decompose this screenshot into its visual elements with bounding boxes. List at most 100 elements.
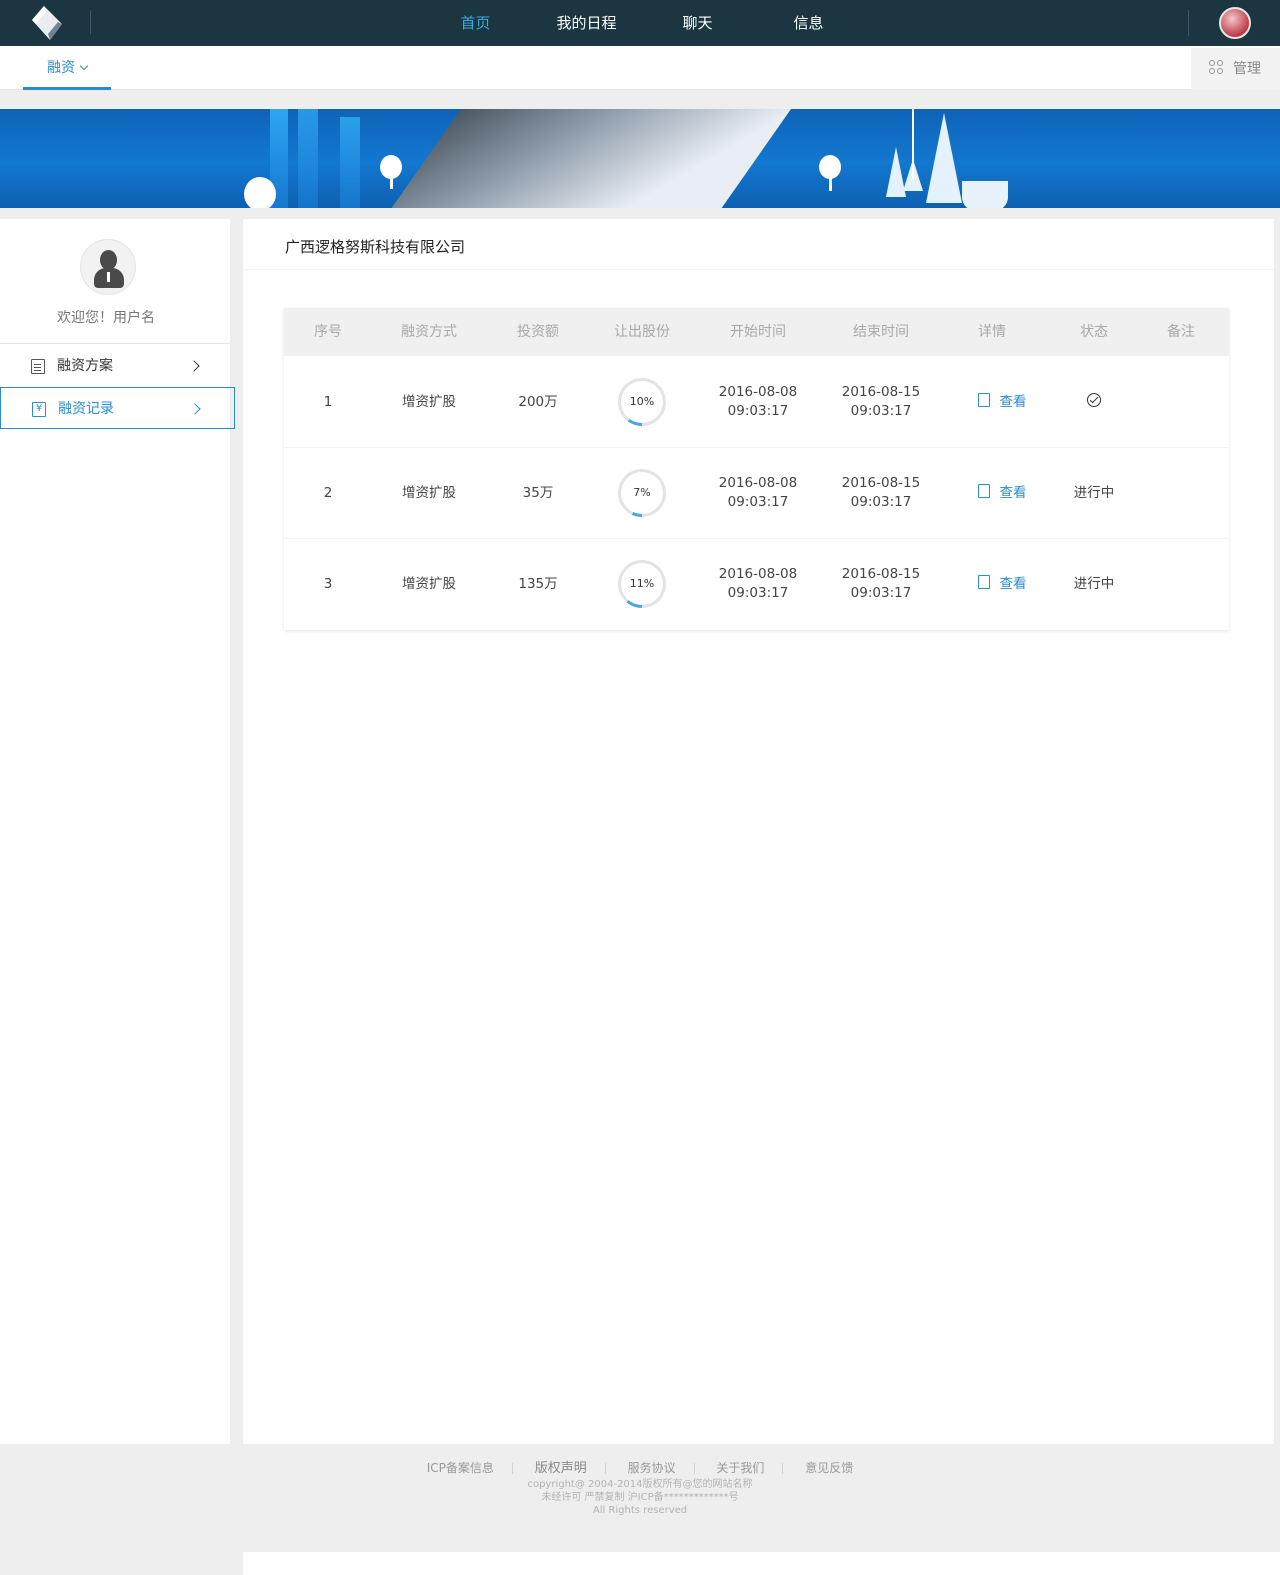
sidebar-item-label: 融资记录: [58, 401, 114, 417]
footer-link-copyright[interactable]: 版权声明: [535, 1457, 587, 1476]
cell-status: 进行中: [1073, 485, 1115, 501]
chevron-right-icon: [189, 403, 201, 415]
cell-method: 增资扩股: [402, 394, 456, 410]
main-nav: 首页 我的日程 聊天 信息: [420, 0, 864, 46]
license-line: 未经许可 严禁复制 沪ICP备*************号: [541, 1492, 739, 1503]
laptop-illustration: [390, 109, 820, 208]
start-date: 2016-08-08: [718, 475, 798, 491]
financing-records-table: 序号 融资方式 投资额 让出股份 开始时间 结束时间 详情 状态 备注 1 增资…: [284, 308, 1229, 630]
cell-index: 1: [323, 394, 333, 410]
footer-links: ICP备案信息 版权声明 服务协议 关于我们 意见反馈: [0, 1457, 1280, 1476]
subtab-financing[interactable]: 融资: [23, 46, 111, 90]
logo-divider: [90, 10, 91, 34]
cell-note: [1144, 448, 1218, 539]
bottom-strip: [243, 1552, 1280, 1575]
cell-status: 进行中: [1073, 576, 1115, 592]
header-start-time: 开始时间: [730, 324, 786, 340]
cell-method: 增资扩股: [402, 576, 456, 592]
view-link[interactable]: 查看: [950, 539, 1054, 630]
start-time: 09:03:17: [727, 585, 789, 601]
main-content: 广西逻格努斯科技有限公司 序号 融资方式 投资额 让出股份 开始时间 结束时间 …: [243, 219, 1274, 1444]
cell-note: [1144, 357, 1218, 448]
share-label: 7%: [621, 472, 663, 514]
check-circle-icon: [1087, 393, 1101, 407]
end-time: 09:03:17: [850, 494, 912, 510]
cell-end-time: 2016-08-15 09:03:17: [822, 539, 940, 630]
table-row: 1 增资扩股 200万 10% 2016-08-08 09:03:17 2016-…: [284, 357, 1229, 448]
manage-label: 管理: [1233, 61, 1261, 77]
sub-navbar: 融资 管理: [0, 46, 1280, 90]
header-detail: 详情: [978, 324, 1006, 340]
footer-link-feedback[interactable]: 意见反馈: [805, 1459, 853, 1476]
share-label: 11%: [621, 563, 663, 605]
end-date: 2016-08-15: [841, 384, 921, 400]
nav-item-home[interactable]: 首页: [420, 0, 531, 46]
grid-icon: [1209, 60, 1223, 74]
sidebar-item-label: 融资方案: [57, 358, 113, 374]
divider: [243, 269, 1274, 270]
cell-index: 3: [323, 576, 333, 592]
share-progress-ring: 7%: [618, 469, 666, 517]
header-note: 备注: [1167, 324, 1195, 340]
company-title: 广西逻格努斯科技有限公司: [285, 238, 466, 256]
rights-line: All Rights reserved: [592, 1505, 688, 1516]
sidebar-item-financing-plan[interactable]: 融资方案: [0, 345, 235, 387]
cell-method: 增资扩股: [402, 485, 456, 501]
share-progress-ring: 10%: [618, 378, 666, 426]
start-time: 09:03:17: [727, 403, 789, 419]
nav-item-schedule[interactable]: 我的日程: [531, 0, 642, 46]
cell-start-time: 2016-08-08 09:03:17: [694, 357, 822, 448]
cell-amount: 135万: [518, 576, 558, 592]
header-method: 融资方式: [401, 324, 457, 340]
cell-end-time: 2016-08-15 09:03:17: [822, 357, 940, 448]
cell-amount: 200万: [518, 394, 558, 410]
cell-start-time: 2016-08-08 09:03:17: [694, 539, 822, 630]
copyright-line: copyright@ 2004-2014版权所有@您的网站名称: [527, 1479, 753, 1490]
header-amount: 投资额: [517, 324, 559, 340]
cell-index: 2: [323, 485, 333, 501]
cell-status: [1044, 357, 1144, 448]
end-date: 2016-08-15: [841, 566, 921, 582]
yen-glyph: ¥: [36, 403, 43, 414]
header-share: 让出股份: [614, 324, 670, 340]
profile-avatar-icon[interactable]: [80, 239, 136, 295]
logo-icon[interactable]: [28, 6, 64, 40]
top-navbar: 首页 我的日程 聊天 信息: [0, 0, 1280, 46]
view-link[interactable]: 查看: [950, 357, 1054, 448]
cell-end-time: 2016-08-15 09:03:17: [822, 448, 940, 539]
share-progress-ring: 11%: [618, 560, 666, 608]
start-date: 2016-08-08: [718, 384, 798, 400]
profile-card: 欢迎您！用户名: [0, 219, 230, 344]
start-date: 2016-08-08: [718, 566, 798, 582]
user-avatar[interactable]: [1219, 7, 1251, 39]
document-icon: [977, 484, 990, 498]
view-label: 查看: [999, 394, 1027, 410]
manage-button[interactable]: 管理: [1191, 48, 1280, 90]
view-link[interactable]: 查看: [950, 448, 1054, 539]
nav-item-chat[interactable]: 聊天: [642, 0, 753, 46]
chevron-right-icon: [188, 360, 200, 372]
view-label: 查看: [999, 576, 1027, 592]
footer-link-about[interactable]: 关于我们: [716, 1459, 764, 1476]
sidebar-item-financing-records[interactable]: ¥ 融资记录: [0, 387, 235, 429]
cell-start-time: 2016-08-08 09:03:17: [694, 448, 822, 539]
view-label: 查看: [999, 485, 1027, 501]
footer: ICP备案信息 版权声明 服务协议 关于我们 意见反馈 copyright@ 2…: [0, 1444, 1280, 1552]
start-time: 09:03:17: [727, 494, 789, 510]
cell-note: [1144, 539, 1218, 630]
nav-item-messages[interactable]: 信息: [753, 0, 864, 46]
table-row: 2 增资扩股 35万 7% 2016-08-08 09:03:17 2016-08…: [284, 448, 1229, 539]
header-index: 序号: [314, 324, 342, 340]
cup-illustration: [962, 181, 1008, 208]
footer-copyright: copyright@ 2004-2014版权所有@您的网站名称 未经许可 严禁复…: [0, 1478, 1280, 1517]
footer-link-icp[interactable]: ICP备案信息: [427, 1459, 494, 1476]
chevron-down-icon: [79, 61, 89, 71]
sidebar: 欢迎您！用户名 融资方案 ¥ 融资记录: [0, 219, 235, 1444]
cell-amount: 35万: [522, 485, 554, 501]
hero-banner: [0, 109, 1280, 208]
end-date: 2016-08-15: [841, 475, 921, 491]
table-header: 序号 融资方式 投资额 让出股份 开始时间 结束时间 详情 状态 备注: [284, 308, 1229, 356]
header-status: 状态: [1080, 324, 1108, 340]
end-time: 09:03:17: [850, 403, 912, 419]
footer-link-terms[interactable]: 服务协议: [628, 1459, 676, 1476]
